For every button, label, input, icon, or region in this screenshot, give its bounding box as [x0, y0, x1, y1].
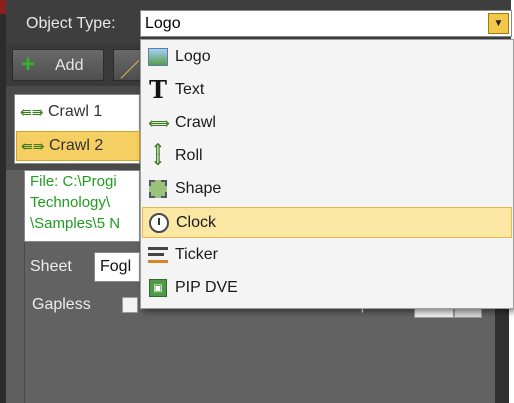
pip-dve-icon: ▣ — [147, 277, 169, 299]
file-path-line: Technology\ — [30, 194, 111, 211]
list-item-crawl-1[interactable]: ⇚⇛ Crawl 1 — [16, 98, 140, 128]
roll-icon: ⇑ ⇓ — [151, 142, 165, 169]
sheet-label: Sheet — [30, 258, 72, 275]
gapless-label: Gapless — [32, 296, 91, 313]
edit-button[interactable]: ／ — [113, 49, 143, 81]
pencil-icon: ／ — [120, 60, 140, 81]
shape-icon — [147, 178, 169, 200]
object-type-combobox[interactable]: Logo ▼ — [140, 10, 512, 37]
dropdown-item-label: Ticker — [175, 246, 218, 263]
ticker-icon — [147, 244, 169, 266]
app-frame: Object Type: Logo ▼ + Add ／ ⇚⇛ Crawl 1 ⇚… — [0, 0, 514, 403]
file-path-line: \Samples\5 N — [30, 215, 121, 232]
clock-icon — [148, 212, 170, 234]
list-item-label: Crawl 1 — [48, 103, 103, 120]
dropdown-item-label: Clock — [176, 214, 217, 231]
dropdown-item-shape[interactable]: Shape — [142, 174, 512, 205]
object-type-value: Logo — [145, 15, 181, 32]
file-path-line: File: C:\Progi — [30, 173, 117, 190]
dropdown-item-pip-dve[interactable]: ▣ PIP DVE — [142, 273, 512, 304]
crawl-list-panel: ⇚⇛ Crawl 1 ⇚⇛ Crawl 2 — [6, 86, 140, 170]
gapless-checkbox[interactable] — [122, 297, 138, 313]
list-item-label: Crawl 2 — [49, 137, 104, 154]
dropdown-item-label: Shape — [175, 180, 222, 197]
logo-icon — [147, 46, 169, 68]
file-path-box: File: C:\Progi Technology\ \Samples\5 N — [24, 170, 140, 242]
dropdown-item-text[interactable]: T Text — [142, 75, 512, 106]
toolbar: + Add ／ — [6, 44, 143, 86]
dropdown-item-label: Text — [175, 81, 205, 98]
dropdown-item-crawl[interactable]: ⇚⇛ Crawl — [142, 108, 512, 139]
add-button[interactable]: + Add — [12, 49, 104, 81]
dropdown-item-label: Logo — [175, 48, 211, 65]
sheet-field[interactable]: Fogl — [94, 252, 140, 282]
object-type-dropdown: Logo T Text ⇚⇛ Crawl ⇑ ⇓ Roll Shape Clock… — [140, 39, 514, 309]
dropdown-item-label: PIP DVE — [175, 279, 238, 296]
dropdown-item-label: Crawl — [175, 114, 216, 131]
crawl-icon: ⇚⇛ — [20, 104, 44, 120]
chevron-down-icon[interactable]: ▼ — [488, 13, 509, 34]
sheet-value: Fogl — [100, 258, 132, 275]
plus-icon: + — [21, 51, 36, 78]
dropdown-item-roll[interactable]: ⇑ ⇓ Roll — [142, 141, 512, 172]
list-item-crawl-2[interactable]: ⇚⇛ Crawl 2 — [16, 131, 140, 161]
crawl-icon: ⇚⇛ — [148, 114, 170, 131]
dropdown-item-label: Roll — [175, 147, 203, 164]
crawl-icon: ⇚⇛ — [21, 138, 45, 154]
object-type-label: Object Type: — [26, 15, 116, 32]
dropdown-item-clock[interactable]: Clock — [142, 207, 512, 238]
add-button-label: Add — [55, 57, 84, 74]
dropdown-item-ticker[interactable]: Ticker — [142, 240, 512, 271]
text-icon: T — [149, 75, 167, 104]
crawl-list: ⇚⇛ Crawl 1 ⇚⇛ Crawl 2 — [14, 94, 140, 164]
dropdown-item-logo[interactable]: Logo — [142, 42, 512, 73]
